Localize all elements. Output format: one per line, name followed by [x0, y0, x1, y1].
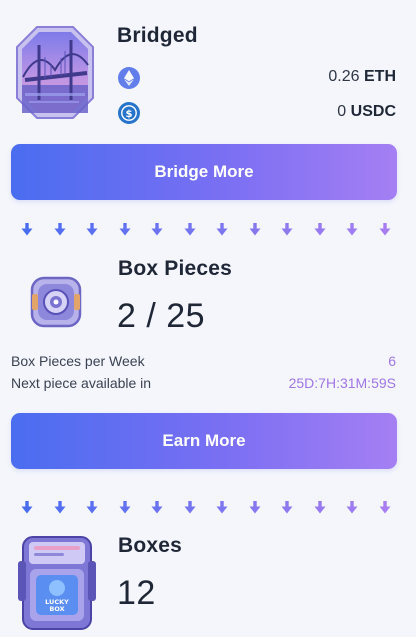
- arrow-divider: [20, 500, 392, 514]
- usdc-amount: 0: [337, 103, 347, 120]
- arrow-down-icon: [20, 500, 34, 514]
- arrow-down-icon: [313, 222, 327, 236]
- eth-balance: 0.26 ETH: [328, 68, 396, 86]
- arrow-down-icon: [280, 500, 294, 514]
- usdc-unit: USDC: [350, 103, 396, 120]
- arrow-down-icon: [345, 500, 359, 514]
- arrow-down-icon: [280, 222, 294, 236]
- arrow-down-icon: [345, 222, 359, 236]
- next-piece-countdown: 25D:7H:31M:59S: [288, 375, 396, 391]
- arrow-down-icon: [53, 222, 67, 236]
- lucky-box-text-line2: BOX: [49, 605, 64, 613]
- arrow-down-icon: [378, 222, 392, 236]
- arrow-down-icon: [118, 500, 132, 514]
- arrow-down-icon: [150, 222, 164, 236]
- usdc-balance: 0 USDC: [337, 103, 396, 121]
- eth-amount: 0.26: [328, 68, 360, 85]
- arrow-down-icon: [85, 500, 99, 514]
- svg-text:$: $: [126, 109, 133, 120]
- arrow-down-icon: [183, 222, 197, 236]
- arrow-down-icon: [53, 500, 67, 514]
- box-pieces-per-week-value: 6: [388, 353, 396, 369]
- arrow-down-icon: [85, 222, 99, 236]
- eth-icon: [118, 67, 140, 89]
- arrow-down-icon: [378, 500, 392, 514]
- arrow-divider: [20, 222, 392, 236]
- usdc-icon: $: [118, 102, 140, 124]
- boxes-count: 12: [117, 574, 156, 612]
- eth-unit: ETH: [364, 68, 396, 85]
- arrow-down-icon: [215, 222, 229, 236]
- arrow-down-icon: [248, 500, 262, 514]
- arrow-down-icon: [118, 222, 132, 236]
- box-pieces-title: Box Pieces: [118, 257, 233, 280]
- box-piece-icon: [28, 274, 84, 330]
- next-piece-label: Next piece available in: [11, 375, 152, 391]
- arrow-down-icon: [183, 500, 197, 514]
- boxes-title: Boxes: [118, 534, 183, 557]
- box-pieces-per-week-label: Box Pieces per Week: [11, 353, 145, 369]
- arrow-down-icon: [215, 500, 229, 514]
- arrow-down-icon: [150, 500, 164, 514]
- bridge-artwork: [15, 25, 95, 120]
- box-pieces-count: 2 / 25: [117, 297, 206, 335]
- bridged-title: Bridged: [117, 24, 198, 47]
- arrow-down-icon: [248, 222, 262, 236]
- lucky-box-artwork: LUCKY BOX: [18, 533, 96, 632]
- bridge-more-button[interactable]: Bridge More: [11, 144, 397, 200]
- earn-more-button[interactable]: Earn More: [11, 413, 397, 469]
- arrow-down-icon: [313, 500, 327, 514]
- arrow-down-icon: [20, 222, 34, 236]
